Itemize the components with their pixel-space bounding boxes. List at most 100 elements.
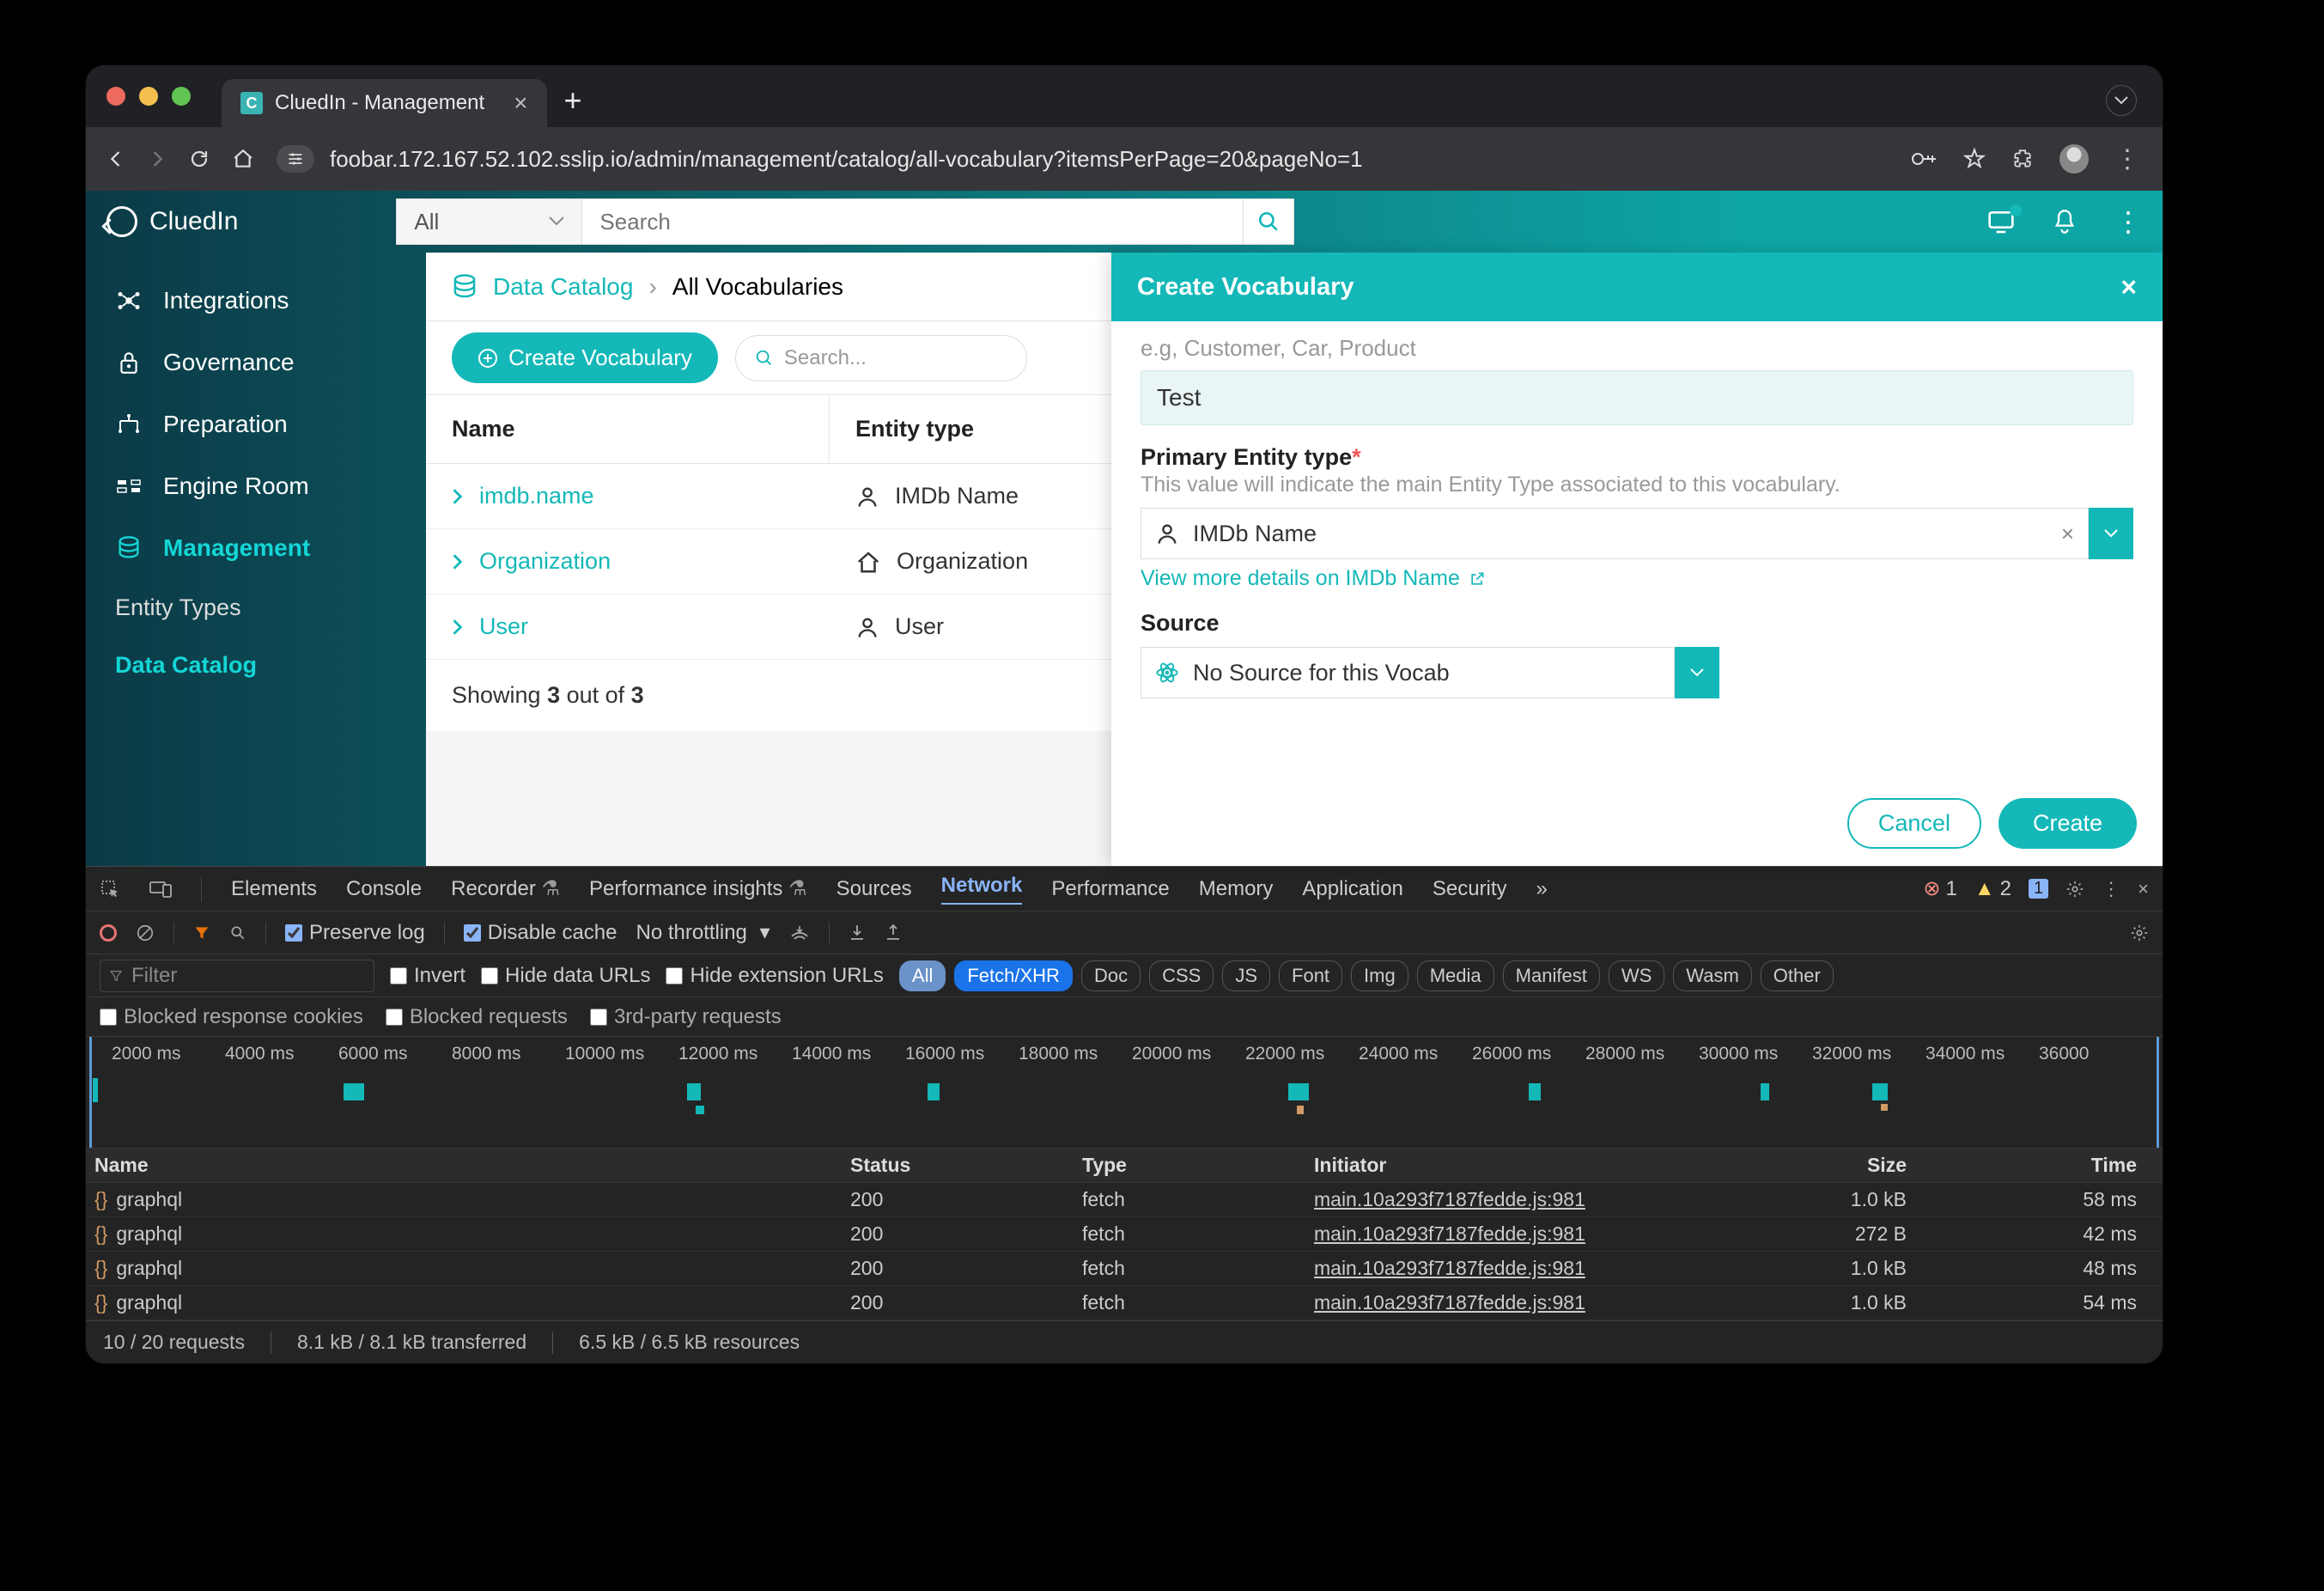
import-har-button[interactable] bbox=[849, 924, 866, 942]
sidebar-item-engine-room[interactable]: Engine Room bbox=[86, 455, 426, 517]
subnav-data-catalog[interactable]: Data Catalog bbox=[86, 637, 426, 694]
create-button[interactable]: Create bbox=[1999, 798, 2137, 849]
third-party-checkbox[interactable]: 3rd-party requests bbox=[590, 1005, 782, 1029]
browser-tab[interactable]: C CluedIn - Management × bbox=[222, 79, 547, 127]
device-mode-button[interactable] bbox=[149, 880, 172, 899]
breadcrumb-root[interactable]: Data Catalog bbox=[493, 273, 633, 301]
vocabulary-name-input[interactable] bbox=[1141, 370, 2133, 425]
hide-extension-urls-checkbox[interactable]: Hide extension URLs bbox=[666, 964, 883, 988]
col-size[interactable]: Size bbox=[1683, 1154, 1907, 1177]
initiator-link[interactable]: main.10a293f7187fedde.js:981 bbox=[1314, 1222, 1585, 1245]
type-pill[interactable]: Fetch/XHR bbox=[954, 960, 1073, 991]
create-vocabulary-button[interactable]: Create Vocabulary bbox=[452, 332, 718, 383]
devtools-tab[interactable]: Security bbox=[1433, 877, 1507, 901]
sidebar-item-management[interactable]: Management bbox=[86, 517, 426, 579]
type-pill[interactable]: Other bbox=[1761, 960, 1834, 991]
sidebar-item-preparation[interactable]: Preparation bbox=[86, 393, 426, 455]
blocked-requests-checkbox[interactable]: Blocked requests bbox=[386, 1005, 568, 1029]
initiator-link[interactable]: main.10a293f7187fedde.js:981 bbox=[1314, 1257, 1585, 1279]
tab-dropdown-button[interactable] bbox=[2106, 85, 2137, 116]
clear-button[interactable] bbox=[136, 924, 155, 942]
address-bar[interactable]: foobar.172.167.52.102.sslip.io/admin/man… bbox=[330, 146, 1363, 173]
devtools-tab[interactable]: Application bbox=[1302, 877, 1402, 901]
devtools-tab[interactable]: Performance insights ⚗ bbox=[589, 876, 807, 901]
col-name[interactable]: Name bbox=[94, 1154, 850, 1177]
record-button[interactable] bbox=[100, 924, 117, 942]
brand-logo[interactable]: CluedIn bbox=[106, 206, 238, 237]
warnings-badge[interactable]: ▲2 bbox=[1974, 877, 2011, 901]
network-row[interactable]: {} graphql 200 fetch main.10a293f7187fed… bbox=[86, 1183, 2163, 1217]
type-pill[interactable]: Img bbox=[1351, 960, 1408, 991]
clear-entity-button[interactable]: × bbox=[2061, 521, 2074, 547]
devtools-tab[interactable]: Network bbox=[941, 874, 1023, 905]
type-pill[interactable]: CSS bbox=[1149, 960, 1214, 991]
col-type[interactable]: Type bbox=[1082, 1154, 1314, 1177]
type-pill[interactable]: Wasm bbox=[1673, 960, 1752, 991]
invert-checkbox[interactable]: Invert bbox=[390, 964, 465, 988]
notifications-button[interactable] bbox=[2053, 209, 2077, 235]
type-pill[interactable]: All bbox=[899, 960, 946, 991]
filter-input[interactable]: Filter bbox=[100, 960, 374, 992]
back-button[interactable] bbox=[106, 149, 125, 168]
source-dropdown-button[interactable] bbox=[1675, 647, 1719, 698]
maximize-window[interactable] bbox=[172, 87, 191, 106]
home-button[interactable] bbox=[232, 148, 254, 170]
network-timeline[interactable]: 2000 ms4000 ms6000 ms8000 ms10000 ms1200… bbox=[86, 1037, 2163, 1149]
minimize-window[interactable] bbox=[139, 87, 158, 106]
entity-type-select[interactable]: IMDb Name × bbox=[1141, 508, 2133, 559]
sidebar-item-governance[interactable]: Governance bbox=[86, 332, 426, 393]
network-conditions-button[interactable] bbox=[789, 924, 810, 942]
hide-data-urls-checkbox[interactable]: Hide data URLs bbox=[481, 964, 650, 988]
type-pill[interactable]: JS bbox=[1222, 960, 1270, 991]
bookmark-button[interactable] bbox=[1963, 148, 1986, 170]
issues-badge[interactable]: 1 bbox=[2029, 879, 2048, 899]
network-row[interactable]: {} graphql 200 fetch main.10a293f7187fed… bbox=[86, 1252, 2163, 1286]
errors-badge[interactable]: ⊗1 bbox=[1923, 876, 1956, 901]
extensions-button[interactable] bbox=[2011, 148, 2034, 170]
col-name[interactable]: Name bbox=[426, 395, 830, 463]
app-menu-button[interactable]: ⋮ bbox=[2114, 205, 2142, 238]
profile-avatar[interactable] bbox=[2059, 144, 2089, 174]
devtools-menu-button[interactable]: ⋮ bbox=[2102, 878, 2120, 900]
cancel-button[interactable]: Cancel bbox=[1847, 798, 1981, 849]
col-time[interactable]: Time bbox=[1907, 1154, 2154, 1177]
modal-close-button[interactable]: × bbox=[2120, 271, 2137, 303]
search-input[interactable] bbox=[581, 198, 1243, 245]
preserve-log-checkbox[interactable]: Preserve log bbox=[285, 921, 425, 945]
search-button[interactable] bbox=[1243, 198, 1294, 245]
source-select[interactable]: No Source for this Vocab bbox=[1141, 647, 1719, 698]
col-status[interactable]: Status bbox=[850, 1154, 1082, 1177]
type-pill[interactable]: Doc bbox=[1081, 960, 1141, 991]
key-icon[interactable] bbox=[1912, 150, 1938, 168]
forward-button[interactable] bbox=[148, 149, 167, 168]
type-pill[interactable]: Manifest bbox=[1503, 960, 1600, 991]
type-pill[interactable]: Font bbox=[1279, 960, 1342, 991]
network-row[interactable]: {} graphql 200 fetch main.10a293f7187fed… bbox=[86, 1286, 2163, 1320]
devtools-more-tabs[interactable]: » bbox=[1536, 877, 1548, 901]
devtools-tab[interactable]: Sources bbox=[837, 877, 912, 901]
blocked-cookies-checkbox[interactable]: Blocked response cookies bbox=[100, 1005, 363, 1029]
col-initiator[interactable]: Initiator bbox=[1314, 1154, 1683, 1177]
entity-details-link[interactable]: View more details on IMDb Name bbox=[1141, 566, 1486, 591]
type-pill[interactable]: Media bbox=[1417, 960, 1494, 991]
subnav-entity-types[interactable]: Entity Types bbox=[86, 579, 426, 637]
throttling-select[interactable]: No throttling ▾ bbox=[636, 920, 770, 945]
initiator-link[interactable]: main.10a293f7187fedde.js:981 bbox=[1314, 1188, 1585, 1210]
chrome-menu-button[interactable]: ⋮ bbox=[2114, 144, 2142, 174]
devtools-tab[interactable]: Recorder ⚗ bbox=[451, 876, 560, 901]
disable-cache-checkbox[interactable]: Disable cache bbox=[464, 921, 618, 945]
entity-dropdown-button[interactable] bbox=[2089, 508, 2133, 559]
list-search[interactable]: Search... bbox=[735, 335, 1027, 381]
devtools-tab[interactable]: Elements bbox=[231, 877, 317, 901]
inspect-element-button[interactable] bbox=[100, 879, 120, 899]
network-row[interactable]: {} graphql 200 fetch main.10a293f7187fed… bbox=[86, 1217, 2163, 1252]
devtools-settings-button[interactable] bbox=[2065, 880, 2084, 899]
filter-icon[interactable] bbox=[193, 924, 210, 942]
search-network-button[interactable] bbox=[229, 924, 246, 942]
reload-button[interactable] bbox=[189, 149, 210, 169]
initiator-link[interactable]: main.10a293f7187fedde.js:981 bbox=[1314, 1291, 1585, 1314]
close-window[interactable] bbox=[106, 87, 125, 106]
site-info-button[interactable] bbox=[277, 145, 314, 173]
new-tab-button[interactable]: + bbox=[564, 82, 582, 119]
type-pill[interactable]: WS bbox=[1609, 960, 1664, 991]
